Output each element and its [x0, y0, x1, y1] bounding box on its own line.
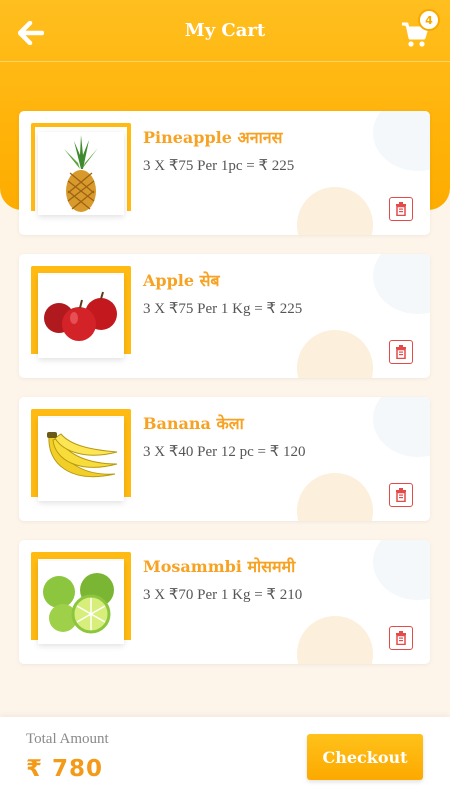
item-thumbnail — [31, 552, 131, 644]
total-amount-label: Total Amount — [26, 731, 109, 747]
item-price: 3 X ₹40 Per 12 pc = ₹ 120 — [143, 444, 306, 460]
item-thumbnail — [31, 409, 131, 501]
item-thumbnail — [31, 266, 131, 358]
item-price: 3 X ₹75 Per 1pc = ₹ 225 — [143, 158, 295, 174]
cart-item-card[interactable]: Pineapple अनानस 3 X ₹75 Per 1pc = ₹ 225 — [19, 111, 430, 235]
item-name: Pineapple अनानस — [143, 128, 283, 147]
item-name: Banana केला — [143, 414, 244, 433]
mosambi-image — [38, 561, 124, 644]
total-amount-value: ₹ 780 — [26, 756, 104, 782]
trash-icon — [396, 631, 406, 645]
top-bar: My Cart 4 — [0, 0, 450, 62]
item-name: Apple सेब — [143, 271, 220, 290]
delete-item-button[interactable] — [389, 483, 413, 507]
cart-item-card[interactable]: Mosammbi मोसममी 3 X ₹70 Per 1 Kg = ₹ 210 — [19, 540, 430, 664]
item-thumbnail — [28, 123, 134, 215]
apple-image — [38, 275, 124, 358]
cart-item-card[interactable]: Apple सेब 3 X ₹75 Per 1 Kg = ₹ 225 — [19, 254, 430, 378]
item-price: 3 X ₹70 Per 1 Kg = ₹ 210 — [143, 587, 303, 603]
cart-button[interactable]: 4 — [400, 9, 440, 48]
page-title: My Cart — [184, 20, 266, 41]
delete-item-button[interactable] — [389, 340, 413, 364]
checkout-footer: Total Amount ₹ 780 Checkout — [0, 717, 450, 800]
checkout-button[interactable]: Checkout — [307, 734, 423, 780]
delete-item-button[interactable] — [389, 626, 413, 650]
delete-item-button[interactable] — [389, 197, 413, 221]
trash-icon — [396, 488, 406, 502]
item-name: Mosammbi मोसममी — [143, 557, 296, 576]
cart-item-card[interactable]: Banana केला 3 X ₹40 Per 12 pc = ₹ 120 — [19, 397, 430, 521]
cart-item-list: Pineapple अनानस 3 X ₹75 Per 1pc = ₹ 225 — [19, 111, 430, 683]
item-price: 3 X ₹75 Per 1 Kg = ₹ 225 — [143, 301, 303, 317]
trash-icon — [396, 202, 406, 216]
banana-image — [38, 418, 124, 501]
pineapple-image — [38, 132, 124, 215]
cart-count-badge: 4 — [418, 9, 440, 31]
trash-icon — [396, 345, 406, 359]
